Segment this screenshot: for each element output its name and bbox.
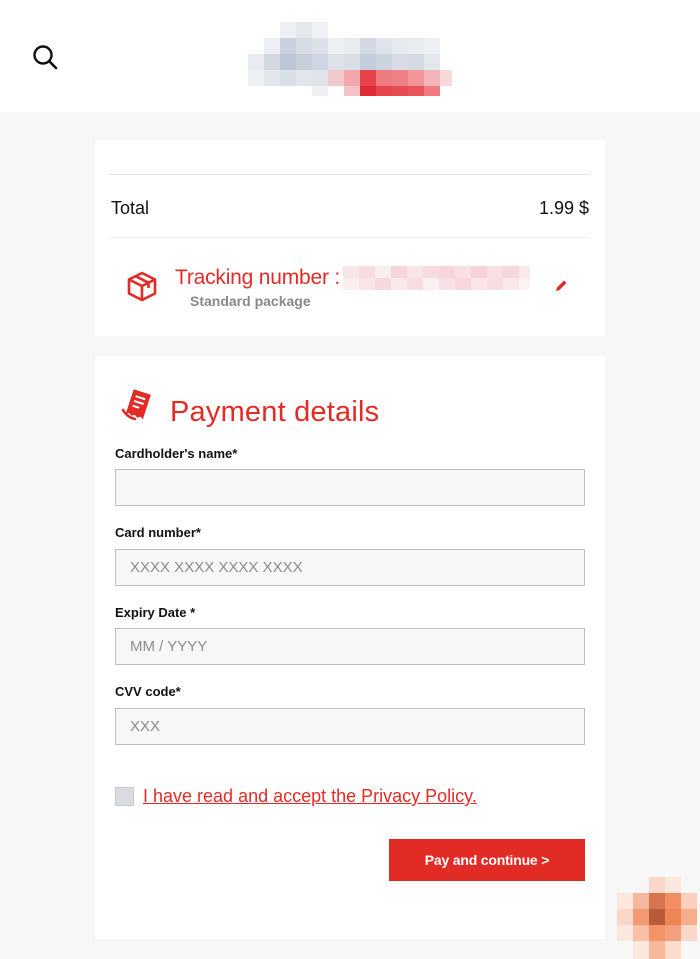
order-summary-card: Total 1.99 $ Tracking number : Standard …: [95, 140, 605, 336]
privacy-policy-link[interactable]: I have read and accept the Privacy Polic…: [143, 786, 477, 807]
pay-and-continue-button[interactable]: Pay and continue >: [389, 839, 585, 881]
package-box-icon: [126, 270, 158, 302]
cardholder-name-input[interactable]: [115, 469, 585, 506]
privacy-policy-checkbox[interactable]: [115, 787, 134, 806]
receipt-icon: [120, 388, 154, 422]
payment-details-title: Payment details: [170, 396, 380, 428]
card-number-label: Card number*: [115, 525, 201, 540]
header-bar: [0, 0, 700, 112]
chat-widget-icon[interactable]: [617, 877, 699, 959]
divider: [109, 174, 590, 175]
search-icon[interactable]: [30, 42, 60, 72]
card-number-input[interactable]: [115, 549, 585, 586]
total-value: 1.99 $: [538, 198, 589, 218]
total-label: Total: [111, 198, 150, 218]
cvv-code-input[interactable]: [115, 708, 585, 745]
tracking-number-label: Tracking number :: [175, 266, 341, 289]
payment-details-card: Payment details Cardholder's name* Card …: [95, 356, 605, 939]
package-type-label: Standard package: [190, 293, 311, 309]
cardholder-name-label: Cardholder's name*: [115, 446, 238, 461]
pencil-icon[interactable]: [553, 278, 569, 294]
divider: [109, 237, 590, 238]
tracking-number-value: [343, 266, 530, 290]
expiry-date-input[interactable]: [115, 628, 585, 665]
cvv-code-label: CVV code*: [115, 684, 181, 699]
expiry-date-label: Expiry Date *: [115, 605, 196, 620]
brand-logo[interactable]: [248, 22, 452, 96]
